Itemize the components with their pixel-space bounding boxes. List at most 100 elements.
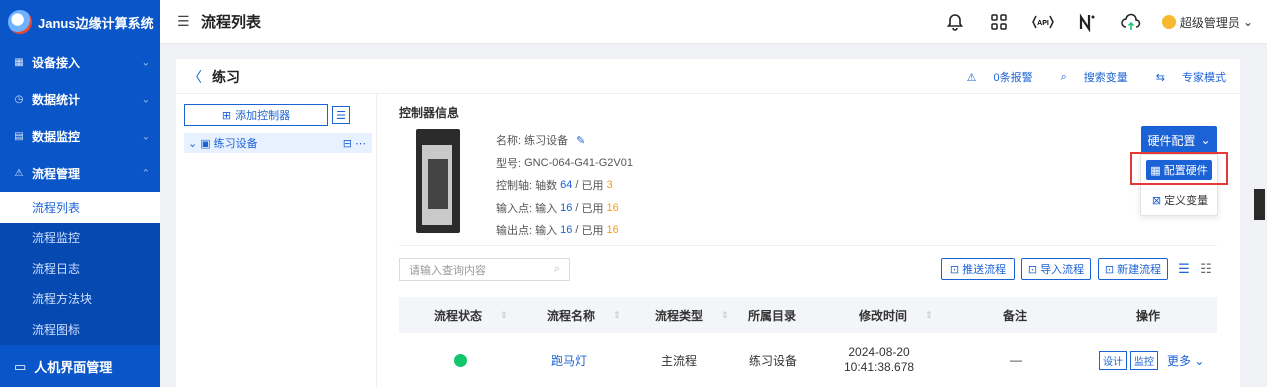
search-input[interactable]: 请输入查询内容 ⌕ — [399, 258, 570, 281]
svg-text:API: API — [1037, 20, 1049, 27]
avatar — [1161, 15, 1176, 29]
note-cell: — — [1010, 353, 1022, 367]
breadcrumb-title: 练习 — [212, 69, 240, 85]
design-button[interactable]: 设计 — [1099, 350, 1127, 370]
sidebar-item-flow-icons[interactable]: 流程图标 — [0, 314, 160, 345]
brand[interactable]: Janus边缘计算系统 — [0, 0, 160, 44]
controller-image — [416, 129, 460, 233]
column-header-type[interactable]: 流程类型 ⇕ — [655, 297, 729, 333]
top-links: ⚠ 0条报警 ⌕ 搜索变量 ⇆ 专家模式 — [939, 69, 1226, 85]
menu-toggle-icon[interactable]: ☰ — [177, 13, 191, 30]
sidebar-item-flow-list[interactable]: 流程列表 — [0, 192, 160, 223]
cloud-upload-icon[interactable] — [1120, 11, 1142, 33]
sidebar-item-label: 数据统计 — [32, 93, 81, 107]
sidebar-item-flow-log[interactable]: 流程日志 — [0, 253, 160, 284]
info-prefix: 轴数 — [535, 180, 558, 193]
page-title: 流程列表 — [201, 14, 262, 31]
sidebar-item-flow-monitor[interactable]: 流程监控 — [0, 223, 160, 254]
separator: / — [575, 201, 579, 214]
search-variable-link[interactable]: ⌕ 搜索变量 — [1047, 69, 1128, 85]
main-panel: 〈 练习 ⚠ 0条报警 ⌕ 搜索变量 ⇆ 专家模式 ⊞ 添加控制器 ☰ ⌄ ▣ 练习设… — [176, 59, 1265, 387]
controller-info: 名称: 练习设备 ✎ 型号: GNC-064-G41-G2V01 控制轴: 轴数… — [496, 129, 633, 242]
sidebar-item-label: 流程管理 — [32, 167, 81, 181]
chevron-down-icon: ⌄ — [141, 57, 150, 68]
define-variable-item[interactable]: ⊠ 定义变量 — [1145, 191, 1215, 209]
sort-icon[interactable]: ⇕ — [925, 310, 933, 321]
import-icon: ⊡ — [1027, 263, 1038, 276]
used-label: 已用 — [581, 202, 604, 215]
import-flow-button[interactable]: ⊡ 导入流程 — [1021, 258, 1091, 280]
table-header: 流程状态 ⇕ 流程名称 ⇕ 流程类型 ⇕ 所属目录 修改时间 ⇕ 备注 操作 — [399, 297, 1217, 333]
alarm-link[interactable]: ⚠ 0条报警 — [953, 69, 1033, 85]
n-logo-icon[interactable] — [1076, 11, 1098, 33]
search-placeholder: 请输入查询内容 — [409, 264, 486, 277]
push-flow-button[interactable]: ⊡ 推送流程 — [941, 258, 1015, 280]
sidebar-item-monitor[interactable]: ▤ 数据监控 ⌄ — [0, 118, 160, 155]
divider — [176, 93, 1240, 94]
brand-name: Janus边缘计算系统 — [38, 15, 154, 31]
controller-icon: ▣ — [200, 137, 211, 150]
column-label: 所属目录 — [748, 308, 797, 323]
column-label: 修改时间 — [859, 308, 908, 323]
monitor-button[interactable]: 监控 — [1130, 350, 1158, 370]
info-label: 输入点: — [496, 202, 533, 215]
flow-name-link[interactable]: 跑马灯 — [551, 333, 587, 387]
side-tab[interactable] — [1254, 189, 1265, 220]
column-label: 流程状态 — [434, 308, 483, 323]
info-prefix: 输入 — [535, 202, 558, 215]
add-icon: ⊞ — [221, 109, 232, 122]
tree-node[interactable]: ⌄ ▣ 练习设备 ⊟ ⋯ — [184, 133, 372, 153]
import-flow-label: 导入流程 — [1040, 264, 1085, 276]
time-date: 2024-08-20 — [848, 345, 910, 359]
sidebar-item-hmi[interactable]: ▭ 人机界面管理 — [0, 345, 160, 387]
edit-icon[interactable]: ✎ — [576, 134, 585, 147]
sort-icon[interactable]: ⇕ — [613, 310, 621, 321]
info-prefix: 输入 — [535, 225, 558, 238]
chevron-down-icon: ⌄ — [141, 131, 150, 142]
apps-icon[interactable] — [988, 11, 1010, 33]
sidebar-item-label: 设备接入 — [32, 56, 81, 70]
add-controller-label: 添加控制器 — [235, 110, 291, 122]
column-header-name[interactable]: 流程名称 ⇕ — [547, 297, 621, 333]
tree-toggle-icon[interactable]: ☰ — [332, 106, 350, 124]
top-header: ☰ 流程列表 API 超级管理员 ⌄ — [160, 0, 1267, 44]
api-icon[interactable]: API — [1032, 11, 1054, 33]
tree-view-icon[interactable]: ☷ — [1198, 261, 1214, 277]
hardware-config-label: 硬件配置 — [1147, 133, 1196, 148]
add-controller-button[interactable]: ⊞ 添加控制器 — [184, 104, 328, 126]
chevron-up-icon: ⌃ — [141, 168, 150, 179]
sidebar-item-device-access[interactable]: ▦ 设备接入 ⌄ — [0, 44, 160, 81]
column-header-status[interactable]: 流程状态 ⇕ — [434, 297, 508, 333]
flow-icon: ⚠ — [14, 168, 24, 179]
highlight-box — [1130, 152, 1228, 185]
column-label: 流程名称 — [547, 308, 596, 323]
chevron-down-icon: ⌄ — [141, 94, 150, 105]
table-row: 跑马灯 主流程 练习设备 2024-08-20 10:41:38.678 — 设… — [399, 333, 1217, 387]
expert-mode-link[interactable]: ⇆ 专家模式 — [1142, 69, 1226, 85]
sidebar-item-label: 人机界面管理 — [34, 360, 113, 375]
tree-node-actions[interactable]: ⊟ ⋯ — [343, 137, 366, 150]
user-menu[interactable]: 超级管理员 ⌄ — [1161, 14, 1253, 31]
sidebar-item-flow-methods[interactable]: 流程方法块 — [0, 284, 160, 315]
chevron-down-icon: ⌄ — [1200, 133, 1211, 147]
monitor-icon: ▤ — [14, 131, 24, 142]
column-header-modified[interactable]: 修改时间 ⇕ — [859, 297, 933, 333]
new-flow-button[interactable]: ⊡ 新建流程 — [1098, 258, 1168, 280]
info-name-row: 名称: 练习设备 ✎ — [496, 129, 633, 152]
hardware-config-button[interactable]: 硬件配置 ⌄ — [1141, 126, 1217, 154]
sidebar-item-stats[interactable]: ◷ 数据统计 ⌄ — [0, 81, 160, 118]
more-menu[interactable]: 更多 ⌄ — [1167, 352, 1204, 369]
search-icon: ⌕ — [553, 263, 560, 275]
hmi-icon: ▭ — [14, 358, 27, 374]
sidebar-item-flow-management[interactable]: ⚠ 流程管理 ⌃ — [0, 155, 160, 192]
list-view-icon[interactable]: ☰ — [1176, 261, 1192, 277]
breadcrumb: 〈 练习 — [188, 67, 240, 87]
column-header-directory: 所属目录 — [748, 297, 796, 333]
sort-icon[interactable]: ⇕ — [500, 310, 508, 321]
bell-icon[interactable] — [944, 11, 966, 33]
status-dot — [454, 353, 467, 367]
back-arrow-icon[interactable]: 〈 — [188, 67, 202, 87]
info-input-row: 输入点: 输入 16/ 已用 16 — [496, 197, 633, 220]
column-header-note: 备注 — [1003, 297, 1027, 333]
sort-icon[interactable]: ⇕ — [721, 310, 729, 321]
